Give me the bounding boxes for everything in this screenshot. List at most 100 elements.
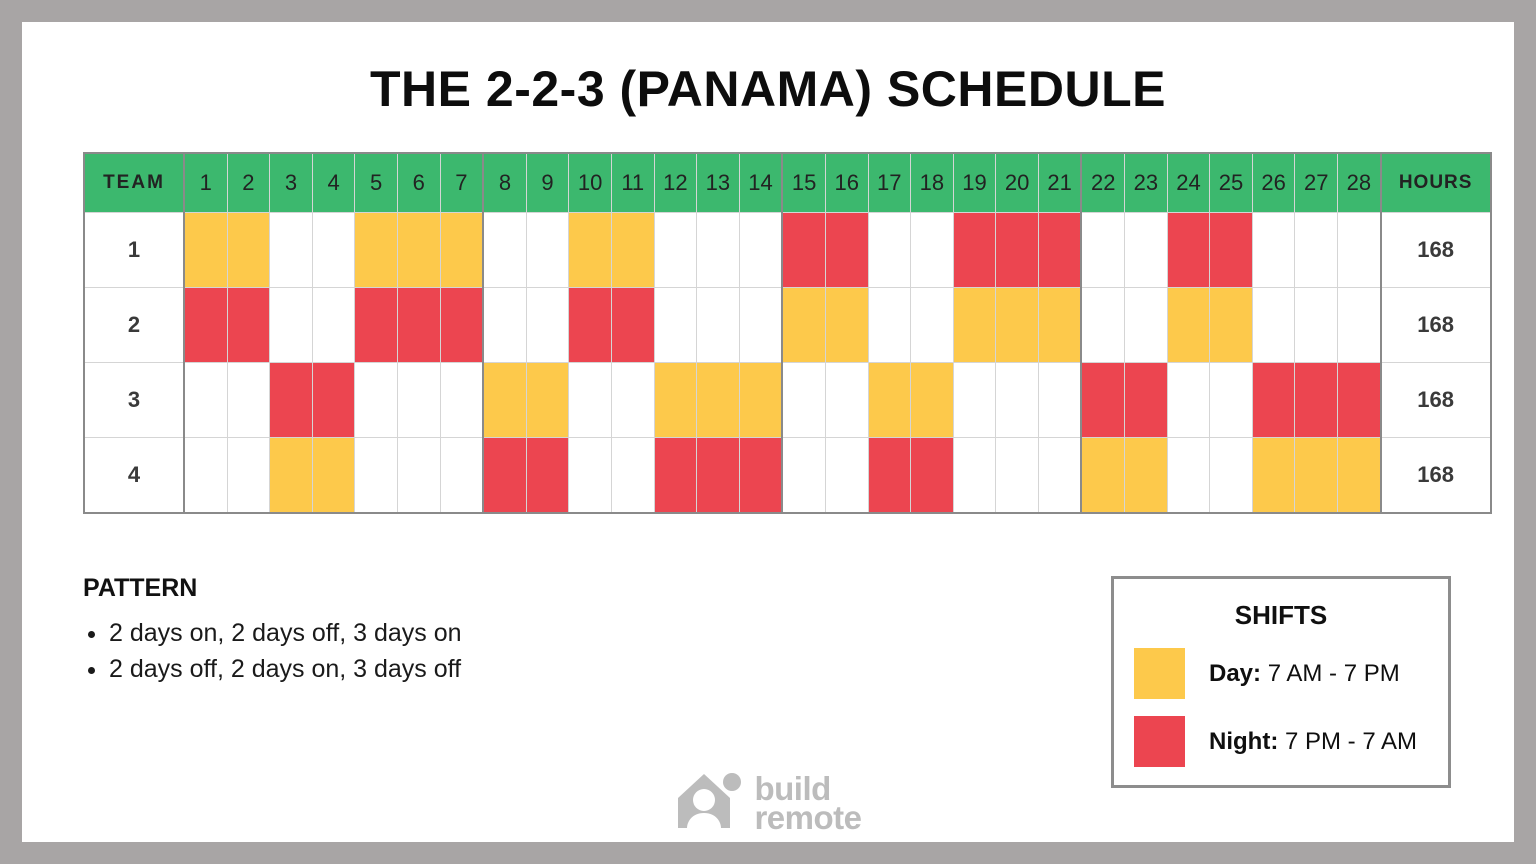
- off-day-cell: [995, 437, 1039, 514]
- night-shift-cell: [354, 287, 398, 363]
- slide-canvas: THE 2-2-3 (PANAMA) SCHEDULE TEAM 1234567…: [22, 22, 1514, 842]
- night-shift-cell: [311, 362, 356, 438]
- team-label: 2: [83, 287, 185, 363]
- day-shift-cell: [482, 362, 527, 438]
- pattern-heading: PATTERN: [83, 574, 198, 602]
- night-shift-cell: [439, 287, 484, 363]
- column-header-day-24: 24: [1166, 152, 1211, 213]
- header-row: TEAM 1 2 3 4 5 6 7 8 9 10 11 12 13 14 15 16 17 18 19 20 21 22…: [83, 152, 1492, 213]
- day-shift-cell: [396, 212, 441, 288]
- off-day-cell: [867, 287, 912, 363]
- night-shift-cell: [952, 212, 997, 288]
- pattern-item: 2 days off, 2 days on, 3 days off: [109, 651, 703, 687]
- legend-text: Day: 7 AM - 7 PM: [1209, 660, 1400, 688]
- team-hours-total: 168: [1379, 287, 1492, 363]
- legend-rows: Day: 7 AM - 7 PM Night: 7 PM - 7 AM: [1114, 648, 1448, 767]
- day-shift-cell: [183, 212, 228, 288]
- off-day-cell: [482, 212, 527, 288]
- off-day-cell: [952, 362, 997, 438]
- night-shift-cell: [183, 287, 228, 363]
- off-day-cell: [1166, 362, 1211, 438]
- column-header-day-15: 15: [781, 152, 826, 213]
- column-header-day-23: 23: [1124, 152, 1168, 213]
- off-day-cell: [525, 287, 570, 363]
- off-day-cell: [1337, 287, 1382, 363]
- night-shift-cell: [995, 212, 1039, 288]
- column-header-day-18: 18: [910, 152, 954, 213]
- off-day-cell: [696, 287, 740, 363]
- legend-shift-hours: 7 AM - 7 PM: [1261, 659, 1400, 687]
- table-row: 3 168: [83, 362, 1492, 438]
- off-day-cell: [1251, 212, 1296, 288]
- column-header-day-9: 9: [525, 152, 570, 213]
- off-day-cell: [183, 437, 228, 514]
- column-header-day-21: 21: [1037, 152, 1082, 213]
- table-row: 2 168: [83, 287, 1492, 363]
- day-shift-cell: [952, 287, 997, 363]
- night-shift-cell: [269, 362, 313, 438]
- night-shift-cell: [1251, 362, 1296, 438]
- pattern-block: PATTERN 2 days on, 2 days off, 3 days on…: [83, 574, 703, 688]
- day-shift-cell: [269, 437, 313, 514]
- off-day-cell: [1337, 212, 1382, 288]
- day-shift-cell: [610, 212, 655, 288]
- day-shift-cell: [568, 212, 612, 288]
- column-header-hours: HOURS: [1379, 152, 1492, 213]
- off-day-cell: [910, 287, 954, 363]
- legend-shift-name: Night:: [1209, 727, 1279, 755]
- off-day-cell: [482, 287, 527, 363]
- night-swatch: [1134, 716, 1185, 767]
- column-header-day-7: 7: [439, 152, 484, 213]
- off-day-cell: [269, 287, 313, 363]
- night-shift-cell: [1294, 362, 1339, 438]
- day-shift-cell: [1209, 287, 1253, 363]
- off-day-cell: [1209, 362, 1253, 438]
- night-shift-cell: [781, 212, 826, 288]
- column-header-day-28: 28: [1337, 152, 1382, 213]
- day-shift-cell: [1294, 437, 1339, 514]
- schedule-table-container: TEAM 1 2 3 4 5 6 7 8 9 10 11 12 13 14 15 16 17 18 19 20 21 22…: [83, 152, 1492, 514]
- table-row: 1 168: [83, 212, 1492, 288]
- day-shift-cell: [354, 212, 398, 288]
- off-day-cell: [867, 212, 912, 288]
- off-day-cell: [995, 362, 1039, 438]
- night-shift-cell: [824, 212, 869, 288]
- night-shift-cell: [1080, 362, 1126, 438]
- legend-shift-name: Day:: [1209, 659, 1262, 687]
- night-shift-cell: [1037, 212, 1082, 288]
- day-shift-cell: [738, 362, 783, 438]
- column-header-day-11: 11: [610, 152, 655, 213]
- team-hours-total: 168: [1379, 212, 1492, 288]
- schedule-table-body: 1 168 2 168 3 168 4 168: [83, 212, 1492, 514]
- logo-wordmark: build remote: [754, 772, 862, 834]
- off-day-cell: [439, 362, 484, 438]
- night-shift-cell: [610, 287, 655, 363]
- column-header-day-17: 17: [867, 152, 912, 213]
- night-shift-cell: [910, 437, 954, 514]
- off-day-cell: [781, 437, 826, 514]
- column-header-day-16: 16: [824, 152, 869, 213]
- column-header-day-13: 13: [696, 152, 740, 213]
- day-shift-cell: [226, 212, 271, 288]
- page-title: THE 2-2-3 (PANAMA) SCHEDULE: [370, 61, 1166, 117]
- night-shift-cell: [568, 287, 612, 363]
- off-day-cell: [1124, 212, 1168, 288]
- legend-shift-hours: 7 PM - 7 AM: [1278, 727, 1418, 755]
- off-day-cell: [1037, 437, 1082, 514]
- column-header-day-27: 27: [1294, 152, 1339, 213]
- schedule-table-header: TEAM 1 2 3 4 5 6 7 8 9 10 11 12 13 14 15 16 17 18 19 20 21 22…: [83, 152, 1492, 213]
- day-shift-cell: [525, 362, 570, 438]
- column-header-day-5: 5: [354, 152, 398, 213]
- buildremote-logo: build remote: [22, 772, 1514, 835]
- off-day-cell: [568, 362, 612, 438]
- day-shift-cell: [696, 362, 740, 438]
- night-shift-cell: [738, 437, 783, 514]
- column-header-day-6: 6: [396, 152, 441, 213]
- off-day-cell: [1209, 437, 1253, 514]
- column-header-day-14: 14: [738, 152, 783, 213]
- house-person-icon: [674, 772, 744, 835]
- column-header-day-4: 4: [311, 152, 356, 213]
- off-day-cell: [824, 437, 869, 514]
- off-day-cell: [1294, 212, 1339, 288]
- column-header-day-1: 1: [183, 152, 228, 213]
